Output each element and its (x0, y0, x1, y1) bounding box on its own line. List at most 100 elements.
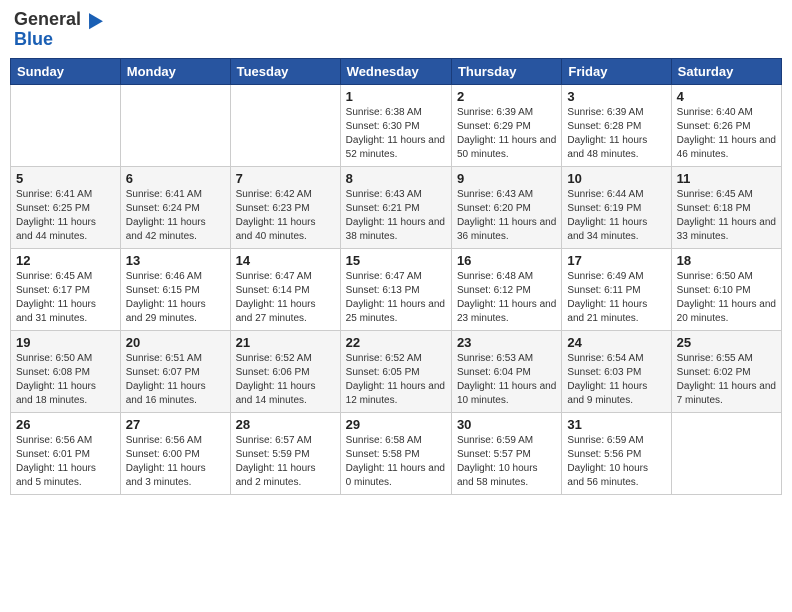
page-header: General Blue (10, 10, 782, 50)
weekday-header-row: SundayMondayTuesdayWednesdayThursdayFrid… (11, 58, 782, 84)
sunrise-info: Sunrise: 6:55 AM (677, 352, 776, 366)
sunrise-info: Sunrise: 6:56 AM (126, 434, 225, 448)
daylight-info: Daylight: 11 hours and 7 minutes. (677, 380, 776, 408)
daylight-info: Daylight: 11 hours and 34 minutes. (567, 216, 665, 244)
day-number: 27 (126, 417, 225, 432)
calendar-day-cell: 27Sunrise: 6:56 AMSunset: 6:00 PMDayligh… (120, 412, 230, 494)
logo-general-text: General (14, 10, 81, 30)
sunset-info: Sunset: 6:07 PM (126, 366, 225, 380)
calendar-day-cell: 13Sunrise: 6:46 AMSunset: 6:15 PMDayligh… (120, 248, 230, 330)
daylight-info: Daylight: 11 hours and 50 minutes. (457, 134, 556, 162)
sunrise-info: Sunrise: 6:39 AM (567, 106, 665, 120)
day-number: 30 (457, 417, 556, 432)
sunset-info: Sunset: 6:17 PM (16, 284, 115, 298)
sunset-info: Sunset: 6:19 PM (567, 202, 665, 216)
sunset-info: Sunset: 5:57 PM (457, 448, 556, 462)
sunset-info: Sunset: 6:06 PM (236, 366, 335, 380)
daylight-info: Daylight: 11 hours and 20 minutes. (677, 298, 776, 326)
day-number: 2 (457, 89, 556, 104)
calendar-day-cell: 3Sunrise: 6:39 AMSunset: 6:28 PMDaylight… (562, 84, 671, 166)
calendar-day-cell: 9Sunrise: 6:43 AMSunset: 6:20 PMDaylight… (451, 166, 561, 248)
calendar-day-cell: 30 Sunrise: 6:59 AMSunset: 5:57 PMDayligh… (451, 412, 561, 494)
calendar-day-cell: 5Sunrise: 6:41 AMSunset: 6:25 PMDaylight… (11, 166, 121, 248)
calendar-day-cell: 1Sunrise: 6:38 AMSunset: 6:30 PMDaylight… (340, 84, 451, 166)
weekday-header-cell: Sunday (11, 58, 121, 84)
sunset-info: Sunset: 6:25 PM (16, 202, 115, 216)
sunrise-info: Sunrise: 6:59 AM (457, 434, 556, 448)
day-number: 10 (567, 171, 665, 186)
sunset-info: Sunset: 6:04 PM (457, 366, 556, 380)
sunrise-info: Sunrise: 6:39 AM (457, 106, 556, 120)
sunset-info: Sunset: 6:23 PM (236, 202, 335, 216)
calendar-day-cell: 2 Sunrise: 6:39 AMSunset: 6:29 PMDaylight… (451, 84, 561, 166)
calendar-week-row: 26Sunrise: 6:56 AMSunset: 6:01 PMDayligh… (11, 412, 782, 494)
daylight-info: Daylight: 10 hours and 58 minutes. (457, 462, 556, 490)
daylight-info: Daylight: 11 hours and 31 minutes. (16, 298, 115, 326)
daylight-info: Daylight: 11 hours and 46 minutes. (677, 134, 776, 162)
sunrise-info: Sunrise: 6:47 AM (236, 270, 335, 284)
sunset-info: Sunset: 6:28 PM (567, 120, 665, 134)
calendar-day-cell: 7 Sunrise: 6:42 AMSunset: 6:23 PMDaylight… (230, 166, 340, 248)
sunset-info: Sunset: 6:26 PM (677, 120, 776, 134)
sunset-info: Sunset: 6:10 PM (677, 284, 776, 298)
daylight-info: Daylight: 11 hours and 14 minutes. (236, 380, 335, 408)
sunrise-info: Sunrise: 6:50 AM (16, 352, 115, 366)
day-number: 9 (457, 171, 556, 186)
sunset-info: Sunset: 6:01 PM (16, 448, 115, 462)
sunset-info: Sunset: 6:13 PM (346, 284, 446, 298)
day-number: 1 (346, 89, 446, 104)
sunrise-info: Sunrise: 6:52 AM (236, 352, 335, 366)
day-number: 16 (457, 253, 556, 268)
weekday-header-cell: Monday (120, 58, 230, 84)
calendar-day-cell (671, 412, 781, 494)
calendar-day-cell (11, 84, 121, 166)
calendar-day-cell: 28Sunrise: 6:57 AMSunset: 5:59 PMDayligh… (230, 412, 340, 494)
weekday-header-cell: Tuesday (230, 58, 340, 84)
sunset-info: Sunset: 6:00 PM (126, 448, 225, 462)
sunset-info: Sunset: 6:20 PM (457, 202, 556, 216)
sunset-info: Sunset: 5:58 PM (346, 448, 446, 462)
sunset-info: Sunset: 5:59 PM (236, 448, 335, 462)
logo: General Blue (14, 10, 103, 50)
sunrise-info: Sunrise: 6:50 AM (677, 270, 776, 284)
calendar-day-cell: 31Sunrise: 6:59 AMSunset: 5:56 PMDayligh… (562, 412, 671, 494)
sunset-info: Sunset: 6:29 PM (457, 120, 556, 134)
daylight-info: Daylight: 11 hours and 40 minutes. (236, 216, 335, 244)
calendar-day-cell: 11Sunrise: 6:45 AMSunset: 6:18 PMDayligh… (671, 166, 781, 248)
calendar-week-row: 5Sunrise: 6:41 AMSunset: 6:25 PMDaylight… (11, 166, 782, 248)
day-number: 17 (567, 253, 665, 268)
day-number: 20 (126, 335, 225, 350)
calendar-day-cell: 10Sunrise: 6:44 AMSunset: 6:19 PMDayligh… (562, 166, 671, 248)
calendar-day-cell: 18 Sunrise: 6:50 AMSunset: 6:10 PMDayligh… (671, 248, 781, 330)
day-number: 7 (236, 171, 335, 186)
weekday-header-cell: Friday (562, 58, 671, 84)
day-number: 14 (236, 253, 335, 268)
day-number: 28 (236, 417, 335, 432)
calendar-day-cell: 6Sunrise: 6:41 AMSunset: 6:24 PMDaylight… (120, 166, 230, 248)
weekday-header-cell: Saturday (671, 58, 781, 84)
day-number: 29 (346, 417, 446, 432)
daylight-info: Daylight: 11 hours and 16 minutes. (126, 380, 225, 408)
day-number: 23 (457, 335, 556, 350)
sunrise-info: Sunrise: 6:54 AM (567, 352, 665, 366)
sunrise-info: Sunrise: 6:42 AM (236, 188, 335, 202)
logo-blue-text: Blue (14, 30, 103, 50)
sunrise-info: Sunrise: 6:48 AM (457, 270, 556, 284)
day-number: 22 (346, 335, 446, 350)
day-number: 3 (567, 89, 665, 104)
sunrise-info: Sunrise: 6:59 AM (567, 434, 665, 448)
sunrise-info: Sunrise: 6:45 AM (677, 188, 776, 202)
calendar-day-cell: 25Sunrise: 6:55 AMSunset: 6:02 PMDayligh… (671, 330, 781, 412)
calendar-day-cell: 26Sunrise: 6:56 AMSunset: 6:01 PMDayligh… (11, 412, 121, 494)
daylight-info: Daylight: 11 hours and 5 minutes. (16, 462, 115, 490)
sunrise-info: Sunrise: 6:58 AM (346, 434, 446, 448)
calendar-day-cell: 20Sunrise: 6:51 AMSunset: 6:07 PMDayligh… (120, 330, 230, 412)
daylight-info: Daylight: 11 hours and 18 minutes. (16, 380, 115, 408)
sunrise-info: Sunrise: 6:40 AM (677, 106, 776, 120)
calendar-day-cell: 14Sunrise: 6:47 AMSunset: 6:14 PMDayligh… (230, 248, 340, 330)
sunset-info: Sunset: 6:30 PM (346, 120, 446, 134)
daylight-info: Daylight: 11 hours and 52 minutes. (346, 134, 446, 162)
weekday-header-cell: Thursday (451, 58, 561, 84)
day-number: 18 (677, 253, 776, 268)
sunset-info: Sunset: 6:14 PM (236, 284, 335, 298)
